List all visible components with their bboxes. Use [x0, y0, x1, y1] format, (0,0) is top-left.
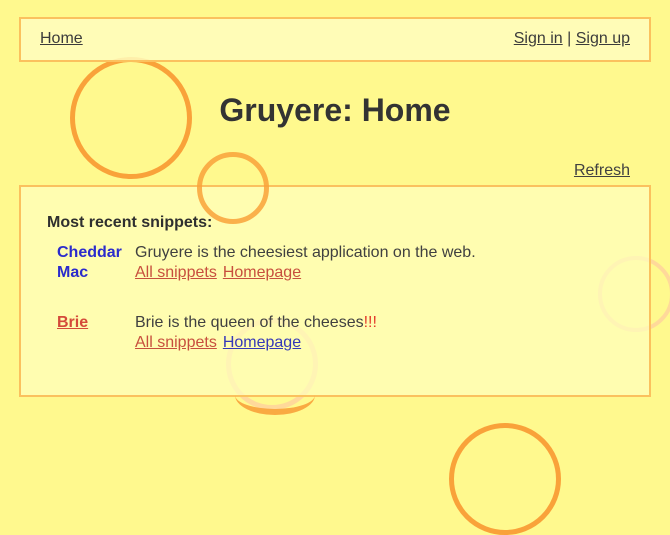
account-links: Sign in | Sign up	[514, 30, 630, 48]
homepage-link[interactable]: Homepage	[223, 264, 301, 281]
snippet-text-main: Brie is the queen of the cheeses	[135, 314, 364, 331]
sign-up-link[interactable]: Sign up	[576, 30, 630, 47]
snippet-links: All snippets Homepage	[135, 263, 301, 283]
snippets-panel: Most recent snippets: Cheddar Mac Gruyer…	[19, 185, 651, 397]
all-snippets-link[interactable]: All snippets	[135, 334, 217, 351]
snippet-text-main: Gruyere is the cheesiest application on …	[135, 244, 476, 261]
snippet-author: Cheddar Mac	[57, 244, 122, 281]
snippet-text: Gruyere is the cheesiest application on …	[135, 243, 476, 263]
snippet-author: Brie	[57, 313, 132, 333]
page-title: Gruyere: Home	[219, 92, 451, 128]
homepage-link[interactable]: Homepage	[223, 334, 301, 351]
snippet-links: All snippets Homepage	[135, 333, 301, 353]
home-link[interactable]: Home	[40, 30, 83, 48]
author-link[interactable]: Brie	[57, 314, 88, 331]
decorative-circle	[449, 423, 561, 535]
all-snippets-link[interactable]: All snippets	[135, 264, 217, 281]
nav-separator: |	[567, 30, 572, 47]
sign-in-link[interactable]: Sign in	[514, 30, 563, 47]
snippet-text-emphasis: !!!	[363, 314, 377, 331]
panel-heading: Most recent snippets:	[47, 214, 213, 231]
top-nav-bar: Home Sign in | Sign up	[19, 17, 651, 62]
refresh-link[interactable]: Refresh	[574, 162, 630, 180]
snippet-text: Brie is the queen of the cheeses!!!	[135, 313, 377, 333]
